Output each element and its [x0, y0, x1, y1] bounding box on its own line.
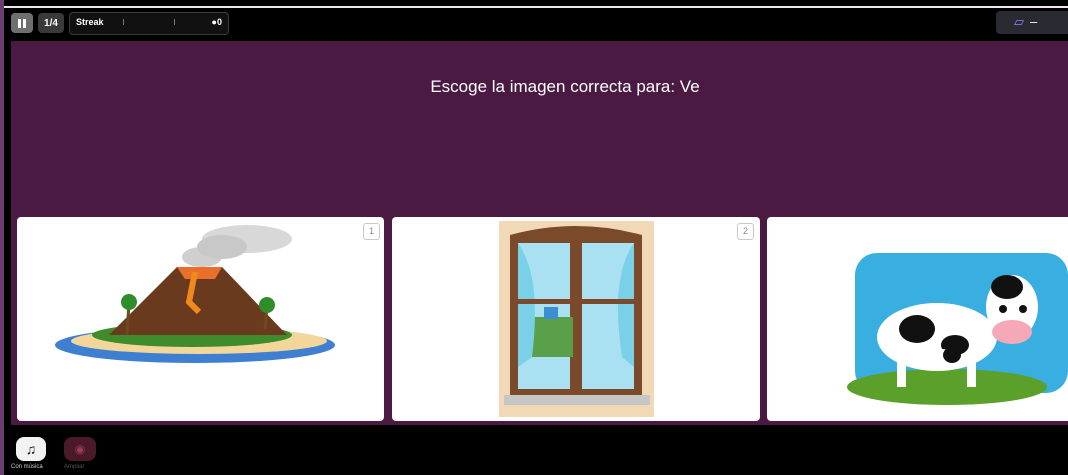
zoom-button[interactable]: ◉ — [64, 437, 96, 461]
music-note-icon: ♫ — [25, 441, 37, 457]
pause-button[interactable] — [11, 13, 33, 33]
left-edge — [0, 0, 4, 475]
zoom-icon: ◉ — [74, 442, 86, 456]
option-card-2[interactable]: 2 — [392, 217, 760, 421]
zoom-label: Ampliar — [64, 464, 85, 470]
taurus-icon: ▱ — [1014, 14, 1024, 29]
streak-count: ●0 — [211, 17, 222, 27]
cow-image — [847, 253, 1068, 405]
option-card-3[interactable] — [767, 217, 1068, 421]
music-toggle-button[interactable]: ♫ — [16, 437, 46, 461]
option-card-1[interactable]: 1 — [17, 217, 384, 421]
option-number-1: 1 — [363, 223, 380, 240]
question-counter: 1/4 — [38, 13, 64, 33]
question-panel — [11, 41, 1068, 219]
window-image — [499, 221, 654, 417]
option-number-2: 2 — [737, 223, 754, 240]
powerup-value: – — [1030, 14, 1038, 29]
streak-bar: Streak ●0 — [69, 12, 229, 35]
powerups-button[interactable]: ▱ – — [996, 11, 1068, 34]
streak-label: Streak — [76, 17, 104, 27]
pause-icon — [18, 18, 21, 28]
volcano-island-image — [55, 225, 335, 363]
question-text: Escoge la imagen correcta para: Ve — [430, 77, 700, 96]
top-divider — [0, 6, 1068, 8]
music-label: Con música — [11, 464, 43, 470]
